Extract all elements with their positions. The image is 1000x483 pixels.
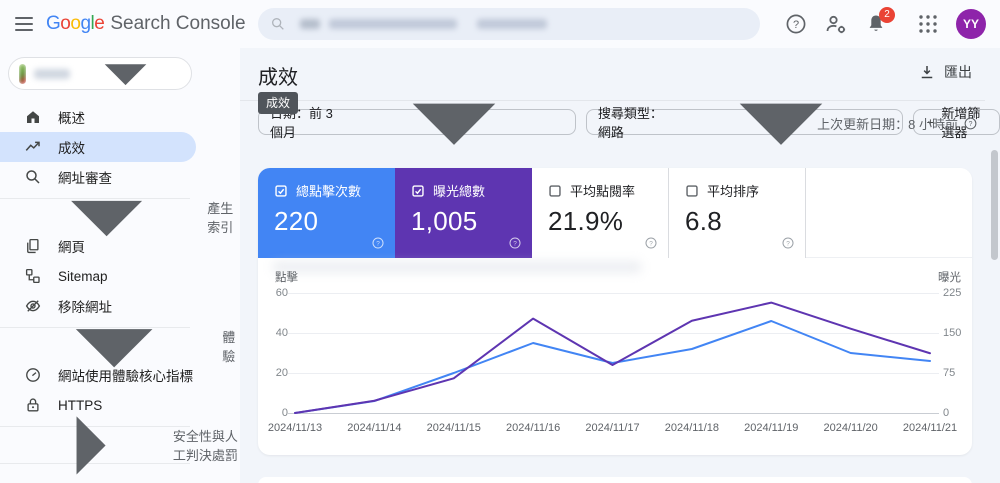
metric-label: 總點擊次數: [296, 181, 361, 200]
sidebar-section-label: 安全性與人工判決處罰: [173, 426, 240, 464]
metric-value: 220: [274, 206, 395, 237]
filter-chip-0[interactable]: 日期：前 3 個月: [258, 109, 576, 135]
hamburger-icon[interactable]: [15, 13, 37, 35]
user-settings-icon[interactable]: [824, 12, 848, 36]
x-tick-label: 2024/11/16: [506, 422, 560, 434]
series-曝光: [295, 303, 930, 413]
right-tick-label: 150: [943, 327, 961, 339]
chevron-right-icon: [12, 368, 167, 483]
help-icon[interactable]: ?: [781, 236, 795, 250]
app-window: Google Search Console ? 2 YY 概述成效網址審查產生索…: [0, 0, 1000, 483]
tab-tooltip: 成效: [258, 92, 298, 114]
redacted-search-text: [329, 19, 457, 29]
redacted-property-name: [34, 69, 70, 79]
metric-card-2[interactable]: 平均點閱率 21.9%?: [532, 168, 669, 258]
gridline: [288, 413, 939, 414]
series-點擊: [295, 321, 930, 413]
help-icon[interactable]: ?: [508, 236, 522, 250]
filter-chip-label: 搜尋類型：網路: [598, 103, 665, 141]
metric-label: 曝光總數: [433, 181, 485, 200]
x-tick-label: 2024/11/19: [744, 422, 798, 434]
help-icon[interactable]: ?: [371, 236, 385, 250]
right-tick-label: 225: [943, 287, 961, 299]
performance-panel: 總點擊次數220?曝光總數1,005?平均點閱率21.9%?平均排序6.8? 點…: [258, 168, 972, 455]
export-label: 匯出: [944, 62, 972, 82]
svg-text:?: ?: [513, 240, 517, 247]
help-icon[interactable]: ?: [644, 236, 658, 250]
redacted-watermark: [272, 261, 642, 273]
right-axis-title: 曝光: [938, 269, 961, 285]
right-tick-label: 75: [943, 367, 955, 379]
metric-label: 平均點閱率: [570, 181, 635, 200]
app-logo: Google Search Console: [46, 0, 246, 48]
x-tick-label: 2024/11/20: [824, 422, 878, 434]
checkbox-empty-icon[interactable]: [548, 184, 562, 198]
gridline: [288, 333, 939, 334]
x-tick-label: 2024/11/15: [427, 422, 481, 434]
metric-card-1[interactable]: 曝光總數 1,005?: [395, 168, 532, 258]
svg-text:?: ?: [969, 121, 973, 128]
export-button[interactable]: 匯出: [918, 62, 972, 82]
right-tick-label: 0: [943, 407, 949, 419]
svg-text:?: ?: [376, 240, 380, 247]
x-tick-label: 2024/11/14: [347, 422, 401, 434]
sidebar-section-label: 產生索引: [207, 198, 240, 236]
download-icon: [918, 63, 936, 81]
svg-text:?: ?: [786, 240, 790, 247]
checkbox-checked-icon[interactable]: [411, 184, 425, 198]
sidebar-section-9[interactable]: 體驗: [0, 334, 240, 358]
left-tick-label: 20: [262, 367, 288, 379]
checkbox-empty-icon[interactable]: [685, 184, 699, 198]
site-favicon: [19, 64, 26, 84]
left-tick-label: 0: [262, 407, 288, 419]
sidebar-section-4[interactable]: 產生索引: [0, 205, 240, 229]
metric-card-0[interactable]: 總點擊次數 220?: [258, 168, 395, 258]
avatar[interactable]: YY: [956, 9, 986, 39]
svg-text:?: ?: [793, 19, 799, 31]
redacted-search-text: [477, 19, 547, 29]
next-panel-edge: [258, 477, 972, 483]
main-content: 成效 匯出 成效 日期：前 3 個月搜尋類型：網路新增篩選器 上次更新日期：8 …: [240, 48, 1000, 483]
last-updated: 上次更新日期：8 小時前 ?: [817, 114, 978, 133]
gridline: [288, 373, 939, 374]
bell-icon[interactable]: 2: [864, 12, 888, 36]
help-icon[interactable]: ?: [963, 116, 978, 131]
gridline: [288, 293, 939, 294]
metric-value: 1,005: [411, 206, 532, 237]
top-bar: Google Search Console ? 2 YY: [0, 0, 1000, 48]
metric-value: 6.8: [685, 206, 805, 237]
help-icon[interactable]: ?: [784, 12, 808, 36]
search-icon: [270, 16, 286, 32]
metrics-filler: [806, 168, 972, 257]
sidebar-section-label: 體驗: [222, 327, 240, 365]
sidebar: 概述成效網址審查產生索引網頁Sitemap移除網址體驗網站使用體驗核心指標HTT…: [0, 48, 240, 483]
left-tick-label: 60: [262, 287, 288, 299]
x-tick-label: 2024/11/17: [585, 422, 639, 434]
checkbox-checked-icon[interactable]: [274, 184, 288, 198]
property-selector[interactable]: [8, 57, 192, 90]
svg-text:?: ?: [649, 240, 653, 247]
metric-value: 21.9%: [548, 206, 668, 237]
x-tick-label: 2024/11/21: [903, 422, 957, 434]
x-tick-label: 2024/11/18: [665, 422, 719, 434]
product-name: Search Console: [110, 13, 245, 35]
notification-badge: 2: [879, 7, 895, 23]
metric-label: 平均排序: [707, 181, 759, 200]
left-tick-label: 40: [262, 327, 288, 339]
scrollbar-thumb[interactable]: [991, 150, 998, 260]
last-updated-text: 上次更新日期：8 小時前: [817, 114, 958, 133]
apps-grid-icon[interactable]: [916, 12, 940, 36]
search-input[interactable]: [258, 8, 760, 40]
x-tick-label: 2024/11/13: [268, 422, 322, 434]
page-title: 成效: [258, 61, 298, 90]
metric-card-3[interactable]: 平均排序 6.8?: [669, 168, 806, 258]
redacted-search-text: [300, 19, 320, 29]
sidebar-section-13[interactable]: 安全性與人工判決處罰: [0, 433, 240, 457]
google-logo: Google: [46, 13, 104, 35]
